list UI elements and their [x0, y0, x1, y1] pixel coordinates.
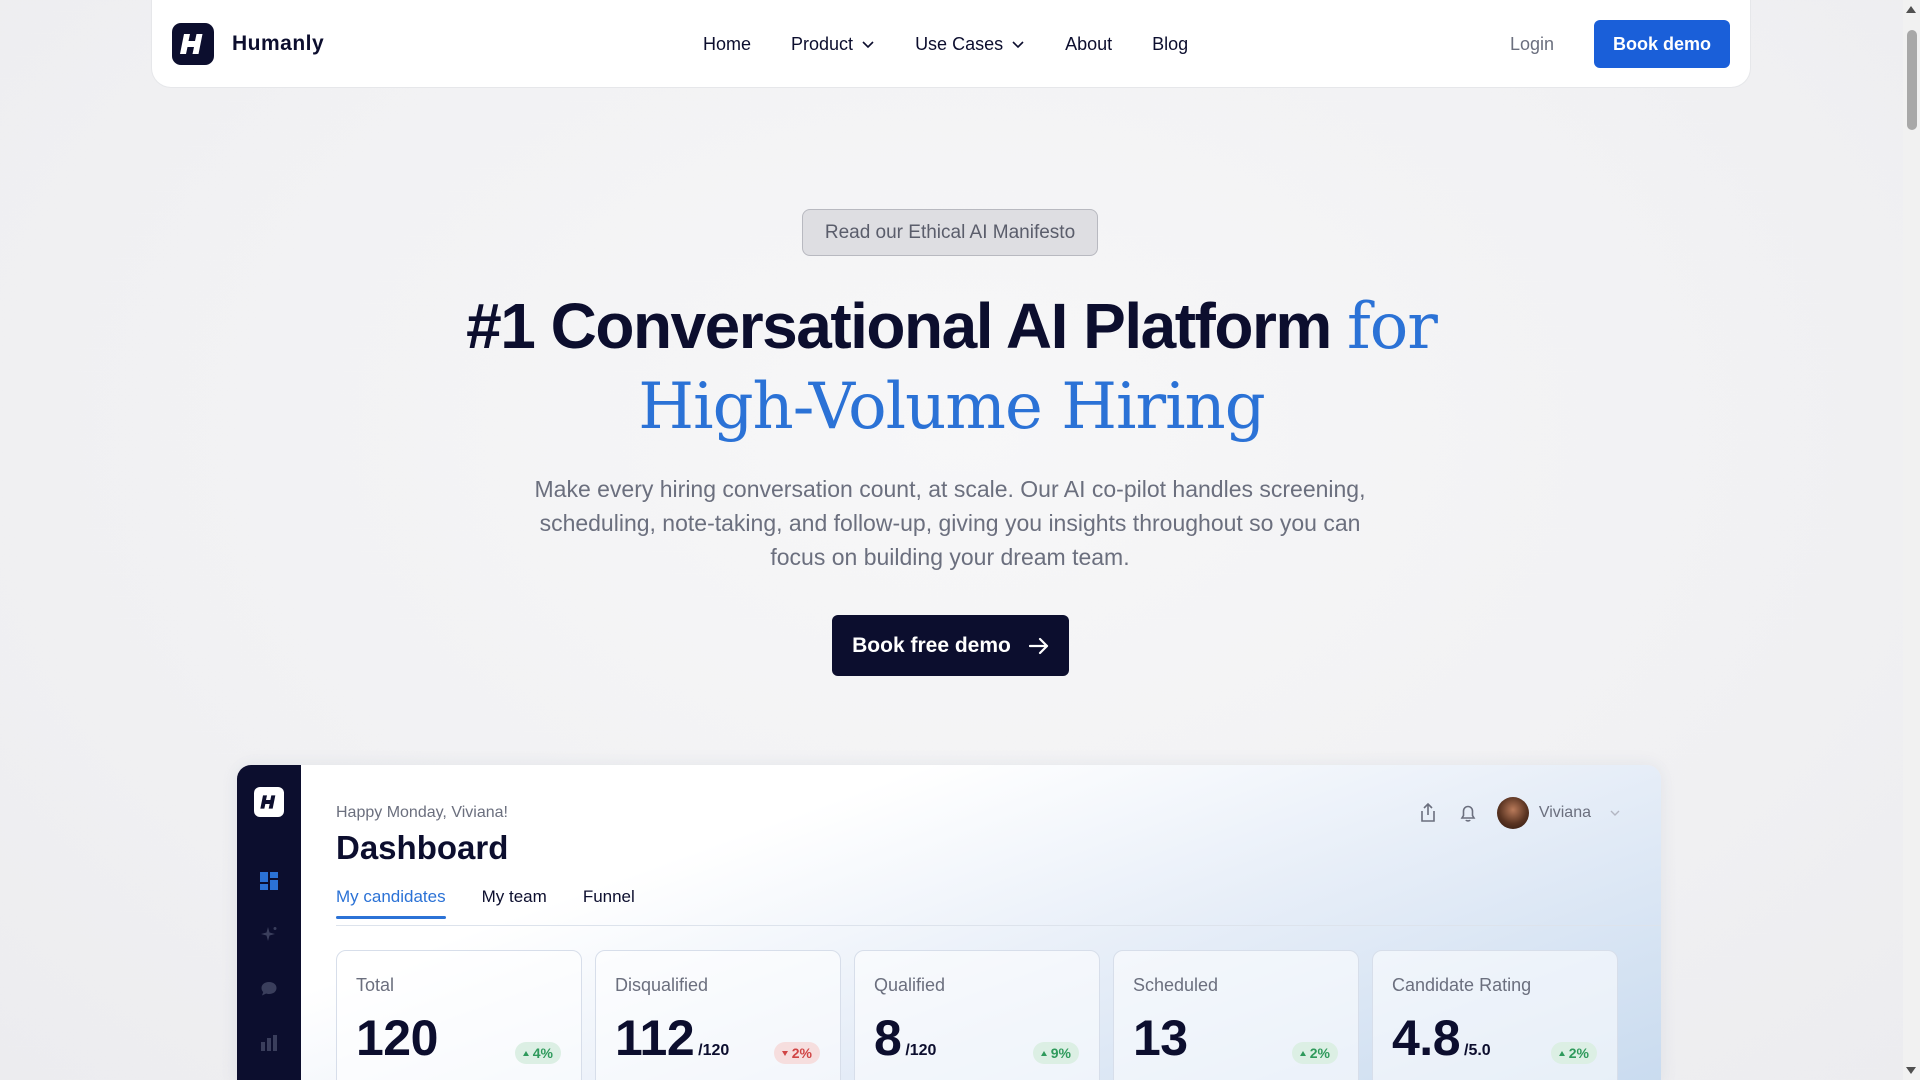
avatar[interactable] [1496, 797, 1529, 829]
nav-blog-label: Blog [1152, 33, 1189, 54]
top-navbar: Humanly Home Product Use Cases About Blo… [151, 0, 1751, 88]
bell-icon[interactable] [1457, 802, 1479, 824]
stat-value: 8 /120 [874, 1009, 936, 1067]
grid-dashboard-icon[interactable] [258, 870, 280, 892]
dashboard-tabs: My candidates My team Funnel [336, 887, 635, 919]
dashboard-title: Dashboard [336, 829, 509, 866]
chevron-down-icon[interactable] [1609, 807, 1621, 819]
chevron-down-icon [1012, 41, 1024, 49]
dashboard-sidebar [237, 765, 301, 1080]
nav-product-label: Product [791, 33, 854, 54]
stat-cards: Total 120 4% Disqualified 112 /120 2% Qu… [336, 950, 1618, 1080]
book-free-demo-label: Book free demo [852, 633, 1011, 657]
dashboard-preview: Happy Monday, Viviana! Dashboard Viviana… [237, 765, 1661, 1080]
arrow-right-icon [1028, 637, 1048, 654]
hero-headline: #1 Conversational AI Platform for [0, 286, 1903, 367]
nav-actions: Login Book demo [1510, 0, 1730, 88]
stat-card-scheduled: Scheduled 13 2% [1113, 950, 1359, 1080]
change-value: 2% [1568, 1045, 1589, 1061]
bar-chart-icon[interactable] [258, 1032, 280, 1054]
nav-about[interactable]: About [1065, 34, 1112, 55]
stat-value: 120 [356, 1009, 442, 1067]
change-badge: 2% [773, 1042, 820, 1064]
stat-number: 112 [615, 1010, 695, 1066]
stat-value: 112 /120 [615, 1009, 729, 1067]
stat-number: 4.8 [1392, 1010, 1461, 1066]
stat-value: 4.8 /5.0 [1392, 1009, 1491, 1067]
change-badge: 2% [1291, 1042, 1338, 1064]
tab-my-team[interactable]: My team [482, 887, 547, 907]
chat-bubble-icon[interactable] [258, 978, 280, 1000]
nav-use-cases-label: Use Cases [915, 33, 1004, 54]
nav-product[interactable]: Product [791, 34, 875, 55]
stat-number: 13 [1133, 1010, 1188, 1066]
trend-up-icon [1299, 1050, 1306, 1056]
scroll-thumb[interactable] [1907, 30, 1917, 130]
page-scrollbar[interactable] [1903, 0, 1920, 1080]
stat-unit: /5.0 [1464, 1042, 1491, 1059]
stat-card-disqualified: Disqualified 112 /120 2% [595, 950, 841, 1080]
stat-card-qualified: Qualified 8 /120 9% [854, 950, 1100, 1080]
stat-unit: /120 [698, 1042, 730, 1059]
change-badge: 9% [1032, 1042, 1079, 1064]
change-value: 4% [532, 1045, 553, 1061]
stat-unit: /120 [905, 1042, 937, 1059]
stat-value: 13 [1133, 1009, 1192, 1067]
nav-blog[interactable]: Blog [1152, 34, 1188, 55]
headline-accent-hiring: High-Volume Hiring [638, 370, 1265, 444]
trend-up-icon [1558, 1050, 1565, 1056]
change-badge: 4% [514, 1042, 561, 1064]
nav-use-cases[interactable]: Use Cases [915, 34, 1025, 55]
hero-headline-line-2: High-Volume Hiring [0, 366, 1903, 447]
brand[interactable]: Humanly [172, 22, 325, 65]
nav-about-label: About [1065, 33, 1113, 54]
trend-up-icon [522, 1050, 529, 1056]
tab-my-candidates[interactable]: My candidates [336, 887, 446, 919]
manifesto-pill-link[interactable]: Read our Ethical AI Manifesto [802, 209, 1098, 256]
nav-home-label: Home [703, 33, 752, 54]
login-link[interactable]: Login [1510, 34, 1554, 55]
user-name[interactable]: Viviana [1539, 804, 1591, 822]
tab-divider [336, 925, 1661, 926]
humanly-logo-icon[interactable] [254, 787, 284, 817]
share-icon[interactable] [1417, 802, 1439, 824]
scroll-down-arrow-icon[interactable] [1906, 1067, 1916, 1074]
stat-label: Qualified [874, 975, 946, 995]
chevron-down-icon [862, 41, 874, 49]
headline-accent-for: for [1347, 290, 1438, 364]
dashboard-greeting: Happy Monday, Viviana! [336, 804, 508, 821]
stat-label: Total [356, 975, 395, 995]
humanly-logo-icon [172, 22, 214, 65]
stat-card-candidate-rating: Candidate Rating 4.8 /5.0 2% [1372, 950, 1618, 1080]
book-free-demo-button[interactable]: Book free demo [832, 615, 1069, 676]
stat-card-total: Total 120 4% [336, 950, 582, 1080]
trend-up-icon [1040, 1050, 1047, 1056]
trend-down-icon [781, 1050, 788, 1056]
stat-label: Disqualified [615, 975, 709, 995]
sparkle-icon[interactable] [258, 924, 280, 946]
stat-label: Scheduled [1133, 975, 1219, 995]
scroll-up-arrow-icon[interactable] [1906, 6, 1916, 13]
brand-name: Humanly [232, 31, 325, 55]
main-nav: Home Product Use Cases About Blog [703, 0, 1228, 88]
dashboard-user-area: Viviana [1417, 797, 1621, 829]
change-value: 9% [1050, 1045, 1071, 1061]
stat-number: 120 [356, 1010, 438, 1066]
nav-home[interactable]: Home [703, 34, 751, 55]
hero-subtitle: Make every hiring conversation count, at… [534, 476, 1366, 570]
tab-funnel[interactable]: Funnel [583, 887, 635, 907]
headline-main: #1 Conversational AI Platform [466, 290, 1332, 362]
book-demo-button[interactable]: Book demo [1594, 20, 1730, 68]
change-value: 2% [791, 1045, 812, 1061]
stat-number: 8 [874, 1010, 902, 1066]
change-value: 2% [1309, 1045, 1330, 1061]
stat-label: Candidate Rating [1392, 975, 1532, 995]
change-badge: 2% [1550, 1042, 1597, 1064]
